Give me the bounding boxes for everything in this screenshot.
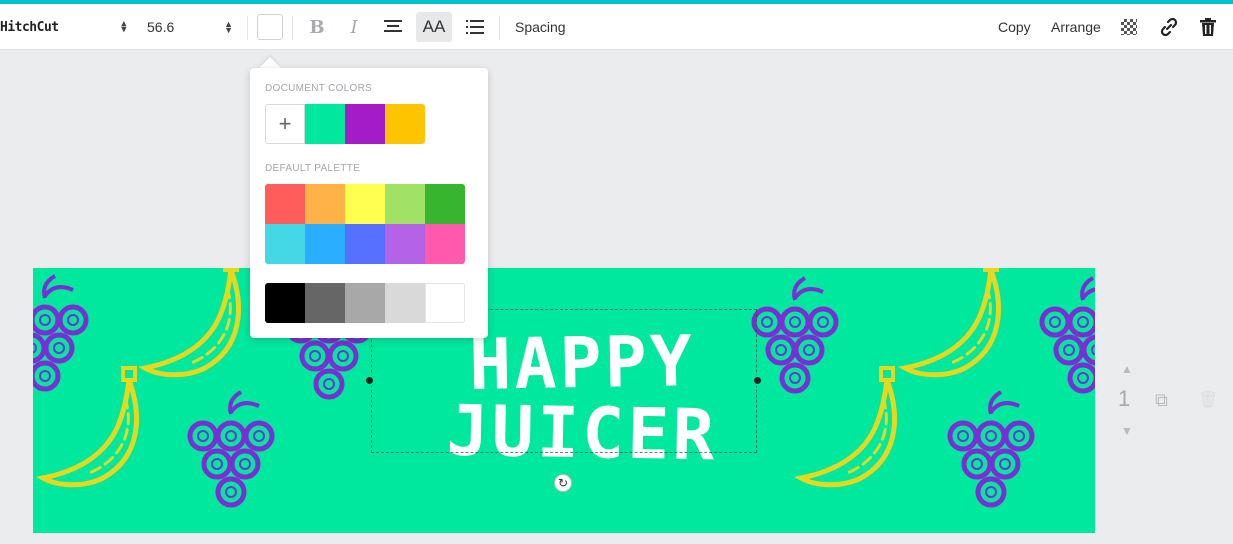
grayscale-swatch[interactable]	[265, 283, 305, 323]
palette-swatch[interactable]	[305, 184, 345, 224]
bold-icon: B	[309, 16, 325, 38]
add-color-button[interactable]: +	[265, 104, 305, 144]
grayscale-swatch[interactable]	[385, 283, 425, 323]
delete-button[interactable]	[1196, 4, 1220, 50]
font-family-select[interactable]: HitchCut ▲ ▼	[0, 4, 130, 50]
updown-chevron-icon: ▲ ▼	[224, 19, 233, 35]
rotate-handle[interactable]: ↻	[554, 474, 572, 492]
document-colors-row: +	[265, 104, 425, 144]
palette-swatch[interactable]	[345, 184, 385, 224]
font-size-select[interactable]: 56.6 ▲ ▼	[147, 4, 233, 50]
uppercase-icon: AA	[422, 17, 446, 36]
font-size-value: 56.6	[147, 19, 175, 35]
grayscale-swatch[interactable]	[425, 283, 465, 323]
color-picker-popup: DOCUMENT COLORS + DEFAULT PALETTE	[250, 68, 488, 338]
palette-swatch[interactable]	[305, 224, 345, 264]
list-icon	[466, 20, 484, 34]
align-center-button[interactable]	[377, 4, 409, 50]
page-number: 1	[1118, 386, 1131, 411]
link-button[interactable]	[1156, 4, 1182, 50]
trash-icon	[1200, 18, 1216, 36]
palette-swatch[interactable]	[265, 184, 305, 224]
copy-button[interactable]: Copy	[998, 4, 1031, 50]
text-toolbar: HitchCut ▲ ▼ 56.6 ▲ ▼ B I AA Spacing Copy …	[0, 4, 1233, 50]
default-palette-label: DEFAULT PALETTE	[265, 163, 361, 174]
transparency-button[interactable]	[1118, 4, 1140, 50]
bold-button[interactable]: B	[301, 4, 333, 50]
palette-swatch[interactable]	[425, 224, 465, 264]
updown-chevron-icon: ▲ ▼	[121, 19, 126, 35]
resize-handle-left[interactable]	[364, 375, 375, 386]
grayscale-swatch[interactable]	[305, 283, 345, 323]
palette-row-1	[265, 184, 465, 224]
rotate-icon: ↻	[557, 476, 569, 490]
document-color-swatch[interactable]	[345, 104, 385, 144]
list-button[interactable]	[459, 4, 491, 50]
delete-page-icon[interactable]: 🗑	[1198, 390, 1218, 410]
document-color-swatch[interactable]	[385, 104, 425, 144]
uppercase-button[interactable]: AA	[416, 12, 452, 42]
document-colors-label: DOCUMENT COLORS	[265, 83, 373, 94]
link-icon	[1160, 17, 1178, 37]
document-color-swatch[interactable]	[305, 104, 345, 144]
move-page-down-icon[interactable]: ▼	[1121, 424, 1133, 438]
text-color-button[interactable]	[257, 4, 283, 50]
transparency-icon	[1121, 19, 1137, 35]
arrange-button[interactable]: Arrange	[1051, 4, 1101, 50]
font-family-value: HitchCut	[0, 19, 59, 35]
move-page-up-icon[interactable]: ▲	[1121, 362, 1133, 376]
grayscale-row	[265, 283, 465, 323]
italic-icon: I	[350, 16, 358, 38]
align-center-icon	[384, 20, 402, 32]
palette-swatch[interactable]	[265, 224, 305, 264]
divider	[499, 16, 500, 40]
divider	[292, 16, 293, 40]
divider	[247, 16, 248, 40]
palette-row-2	[265, 224, 465, 264]
resize-handle-right[interactable]	[752, 375, 763, 386]
palette-swatch[interactable]	[385, 184, 425, 224]
text-color-swatch	[257, 14, 283, 40]
grayscale-swatch[interactable]	[345, 283, 385, 323]
palette-swatch[interactable]	[345, 224, 385, 264]
spacing-button[interactable]: Spacing	[515, 4, 566, 50]
palette-swatch[interactable]	[385, 224, 425, 264]
italic-button[interactable]: I	[338, 4, 370, 50]
palette-swatch[interactable]	[425, 184, 465, 224]
duplicate-page-icon[interactable]: ⧉	[1155, 390, 1168, 411]
